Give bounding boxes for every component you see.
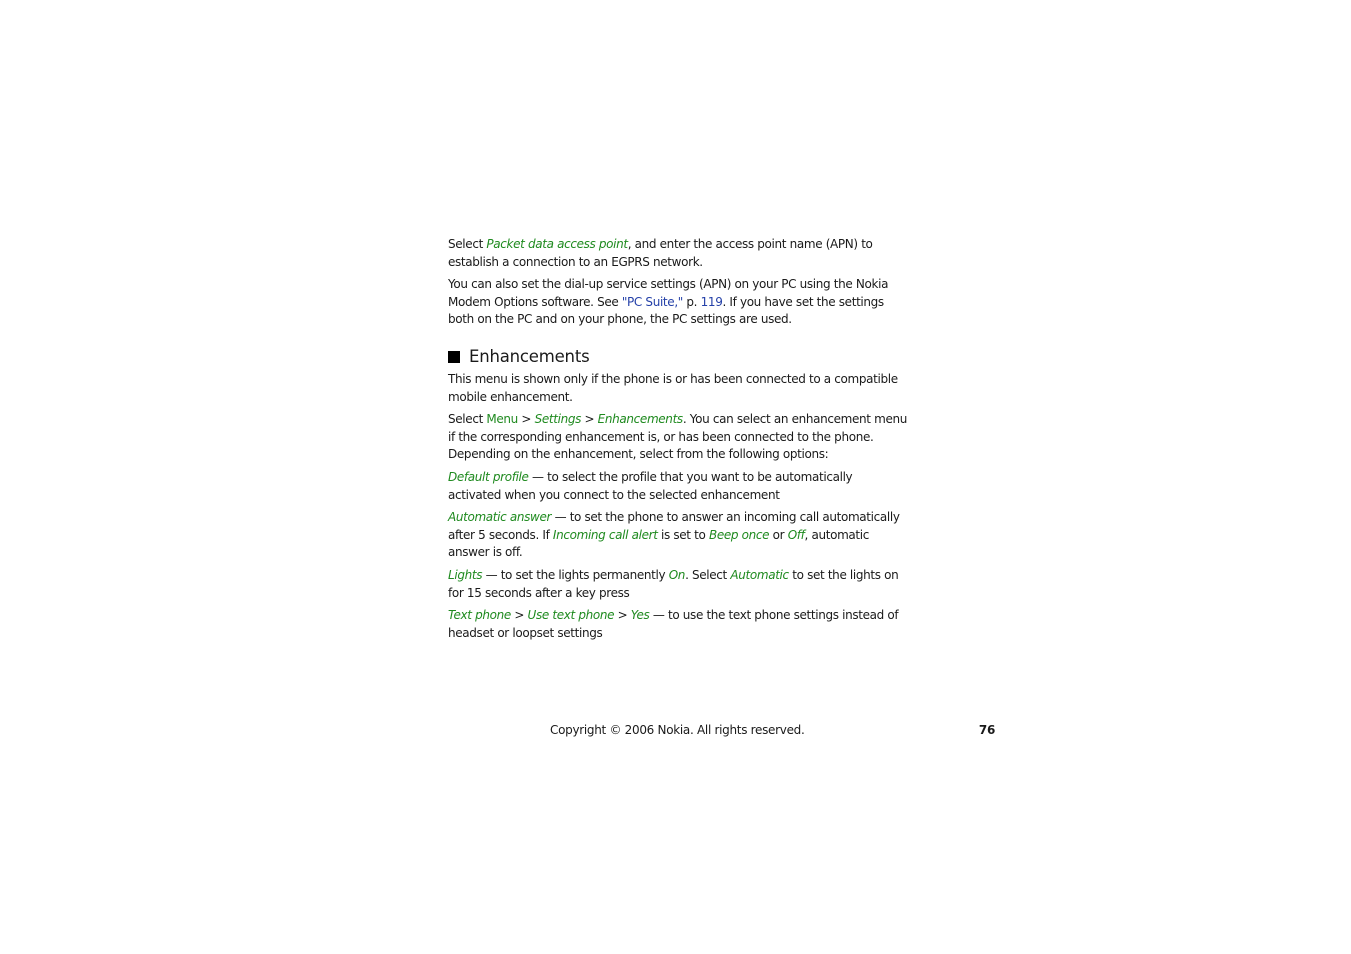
paragraph-intro: This menu is shown only if the phone is … xyxy=(448,371,898,404)
option-default-profile: Default profile — to select the profile … xyxy=(448,469,853,502)
page-number: 76 xyxy=(978,723,995,737)
term-settings: Settings xyxy=(534,412,582,427)
paragraph-pc-settings: You can also set the dial-up service set… xyxy=(448,277,889,327)
page-footer: Copyright © 2006 Nokia. All rights reser… xyxy=(550,723,995,737)
term-menu: Menu xyxy=(486,412,518,427)
page-body: Select Packet data access point, and ent… xyxy=(448,236,908,647)
link-pc-suite[interactable]: "PC Suite," xyxy=(622,295,683,309)
term-packet-data-access-point: Packet data access point xyxy=(486,237,628,251)
term-enhancements: Enhancements xyxy=(597,412,684,427)
option-lights: Lights — to set the lights permanently O… xyxy=(448,567,899,600)
paragraph-apn: Select Packet data access point, and ent… xyxy=(448,237,873,269)
option-automatic-answer: Automatic answer — to set the phone to a… xyxy=(448,510,900,560)
option-text-phone: Text phone > Use text phone > Yes — to u… xyxy=(448,608,899,640)
square-bullet-icon xyxy=(448,350,460,363)
paragraph-select-menu: Select Menu > Settings > Enhancements. Y… xyxy=(448,412,907,462)
link-page-119[interactable]: 119 xyxy=(701,295,723,309)
section-heading: Enhancements xyxy=(448,347,908,367)
copyright-text: Copyright © 2006 Nokia. All rights reser… xyxy=(550,723,805,737)
